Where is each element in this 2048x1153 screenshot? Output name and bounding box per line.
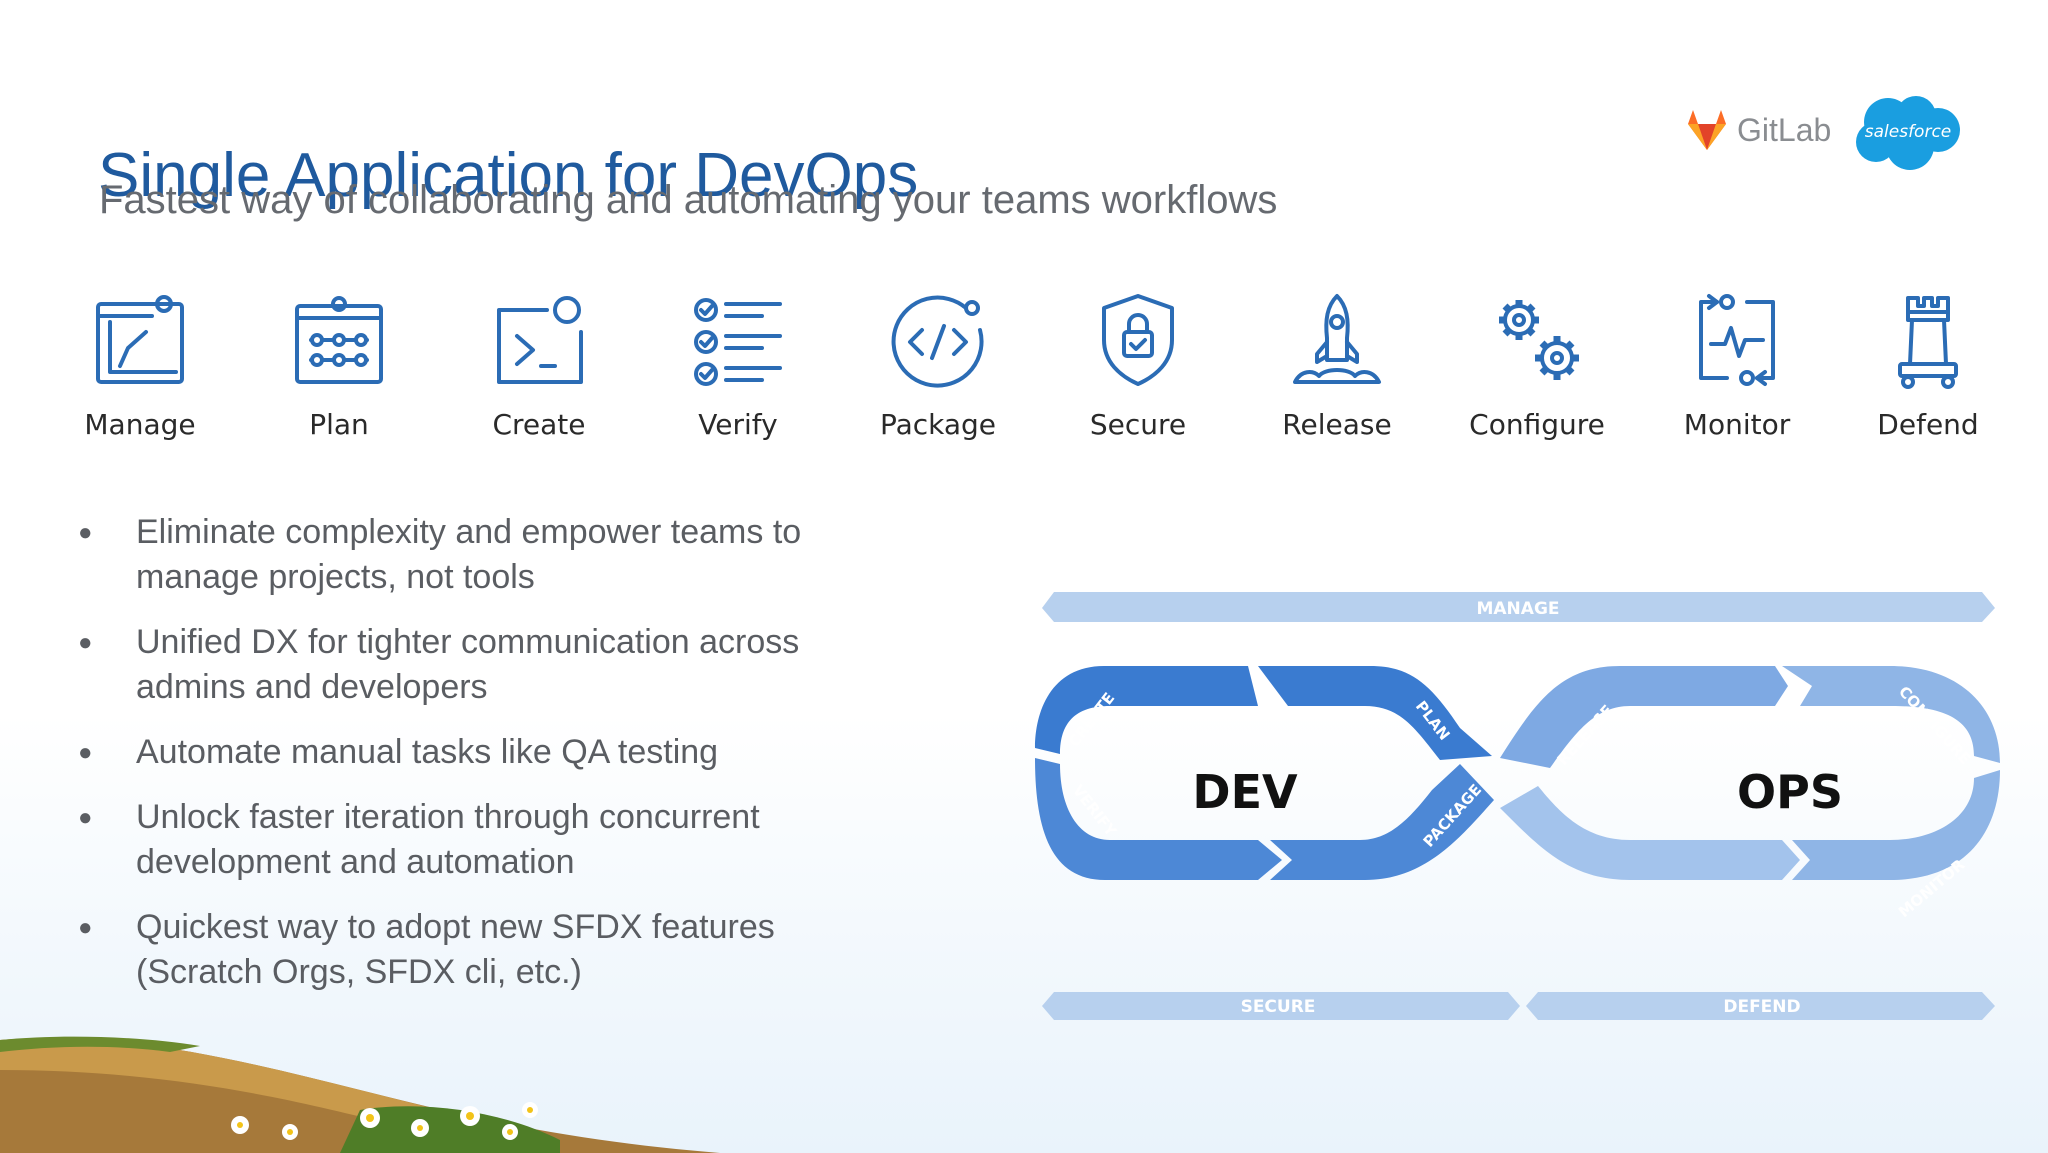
stage-monitor: Monitor [1662, 290, 1812, 441]
create-icon [497, 296, 583, 384]
gitlab-fox-icon [1688, 110, 1726, 150]
stage-secure: Secure [1063, 290, 1213, 441]
configure-icon [1499, 300, 1579, 380]
verify-icon [694, 298, 782, 386]
manage-icon [96, 295, 184, 384]
gitlab-wordmark: GitLab [1737, 111, 1832, 148]
bullet-item: Eliminate complexity and empower teams t… [78, 510, 878, 600]
stage-package: Package [863, 290, 1013, 441]
release-icon [1293, 294, 1381, 384]
release-arrow [1500, 666, 1788, 768]
stage-label: Package [879, 408, 997, 441]
stage-label: Monitor [1683, 408, 1791, 441]
plan-icon [295, 296, 383, 384]
stage-release: Release [1262, 290, 1412, 441]
devops-loop-diagram: MANAGE CREATE PLAN VERIFY PACKAGE RELEAS… [1035, 592, 2000, 1020]
secure-bar-label: SECURE [1241, 997, 1316, 1017]
stage-create: Create [464, 290, 614, 441]
stage-manage: Manage [65, 290, 215, 441]
stage-label: Plan [309, 408, 369, 441]
bullet-item: Unified DX for tighter communication acr… [78, 620, 878, 710]
defend-bar-label: DEFEND [1723, 997, 1800, 1017]
bullet-item: Unlock faster iteration through concurre… [78, 795, 878, 885]
defend-icon [1898, 296, 1958, 389]
bullet-list: Eliminate complexity and empower teams t… [78, 510, 878, 1015]
stage-label: Create [492, 408, 586, 441]
salesforce-wordmark: salesforce [1865, 122, 1952, 142]
secure-icon [1102, 294, 1174, 386]
gitlab-logo: GitLab [1685, 108, 1831, 152]
page-subtitle: Fastest way of collaborating and automat… [99, 178, 1278, 222]
stage-plan: Plan [264, 290, 414, 441]
stage-verify: Verify [663, 290, 813, 441]
stage-label: Verify [698, 408, 778, 441]
slide: Single Application for DevOps Fastest wa… [0, 0, 2048, 1153]
hillside-illustration [0, 1036, 720, 1153]
stage-label: Defend [1877, 408, 1979, 441]
bullet-item: Automate manual tasks like QA testing [78, 730, 878, 775]
package-icon [891, 295, 984, 388]
stage-configure: Configure [1462, 290, 1612, 441]
stage-label: Secure [1089, 408, 1187, 441]
stage-label: Manage [84, 408, 196, 441]
package-arrow [1270, 764, 1494, 880]
salesforce-logo: salesforce [1856, 96, 1960, 170]
ops-label: OPS [1737, 765, 1843, 819]
manage-bar-label: MANAGE [1476, 599, 1559, 619]
stage-label: Release [1282, 408, 1392, 441]
plan-arrow [1258, 666, 1492, 760]
dev-label: DEV [1192, 765, 1298, 819]
monitor-icon [1699, 294, 1775, 386]
bullet-item: Quickest way to adopt new SFDX features … [78, 905, 878, 995]
stage-label: Configure [1469, 408, 1605, 441]
stage-defend: Defend [1853, 290, 2003, 441]
